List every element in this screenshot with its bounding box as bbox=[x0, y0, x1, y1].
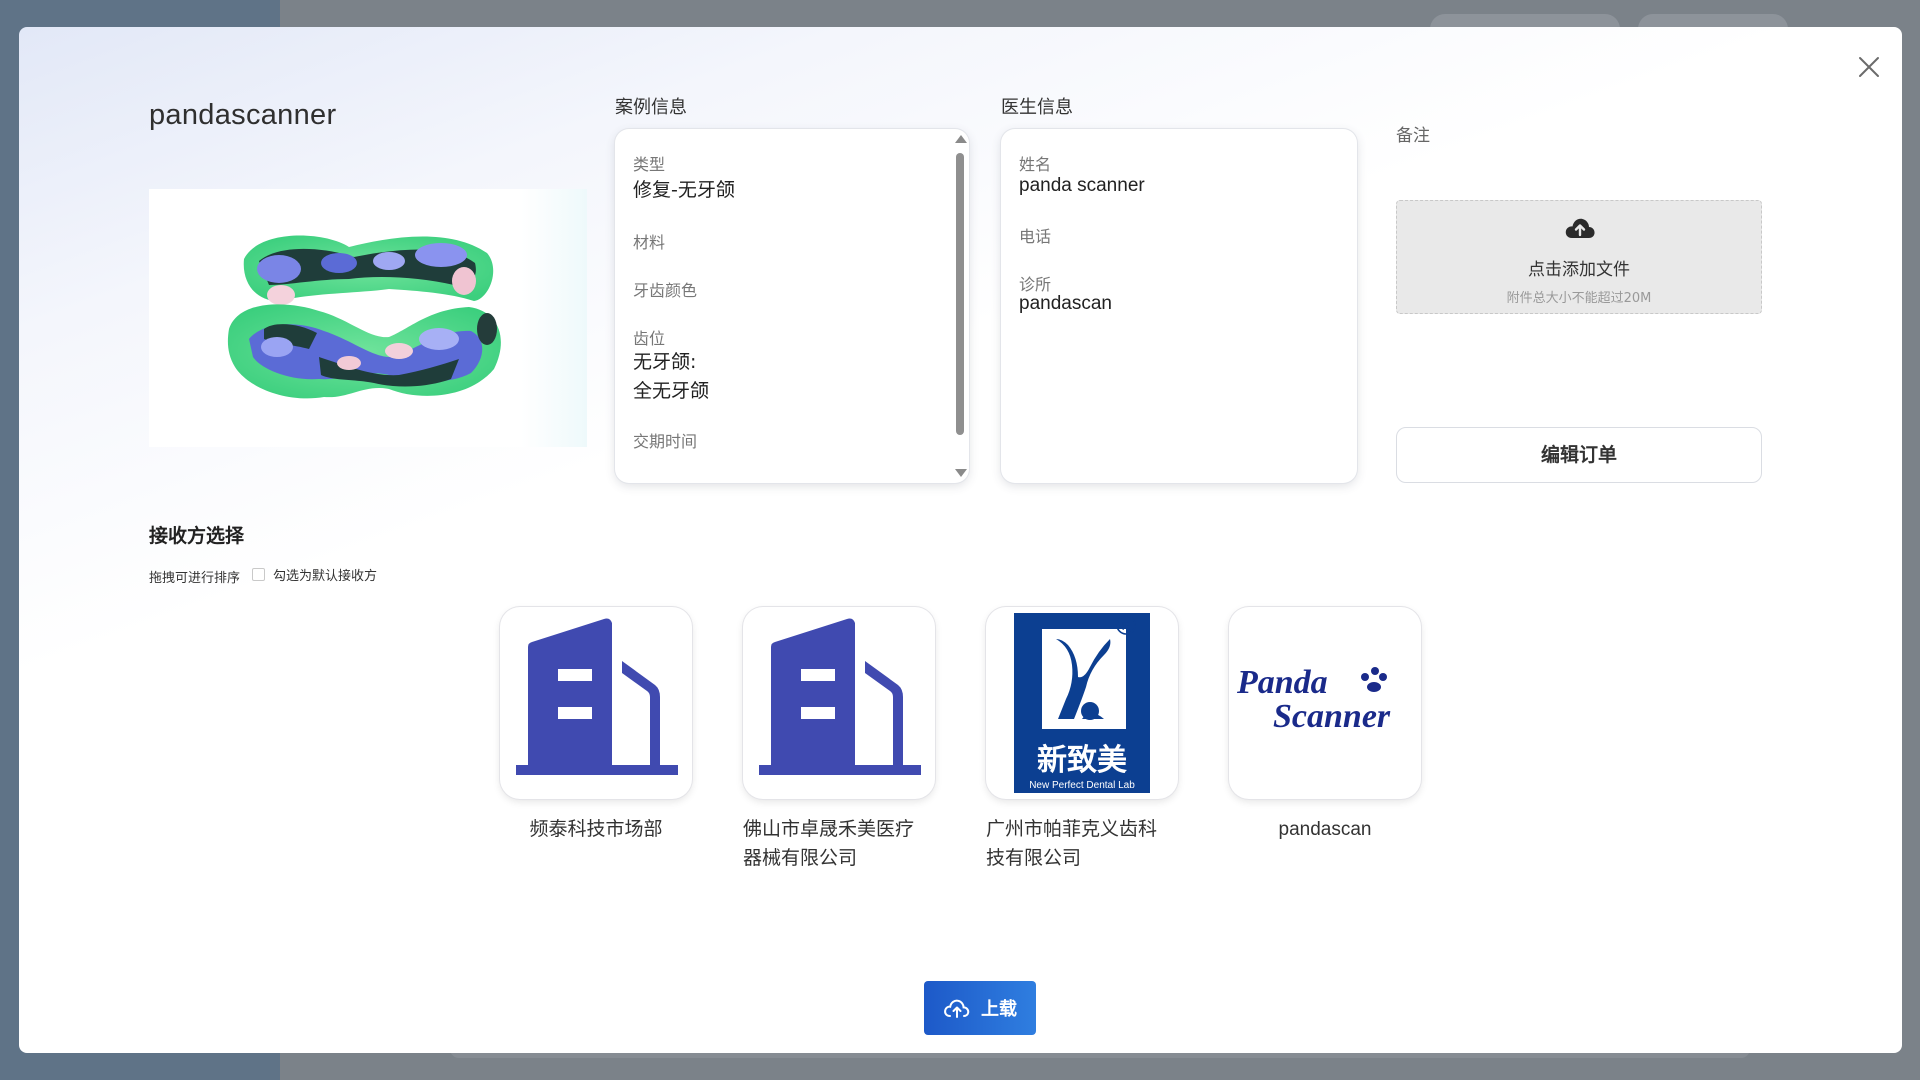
cloud-upload-icon bbox=[944, 999, 970, 1018]
org-name-line-1: 广州市帕菲克义齿科 bbox=[986, 818, 1158, 840]
add-file-label: 点击添加文件 bbox=[1528, 260, 1630, 280]
doctor-info-card: 姓名 panda scanner 电话 诊所 pandascan bbox=[1001, 129, 1357, 483]
org-logo bbox=[743, 607, 935, 799]
receiver-option-pandascan[interactable]: Panda Scanner pandascan bbox=[1229, 607, 1421, 844]
org-logo: Panda Scanner bbox=[1229, 607, 1421, 799]
org-name-line-2: 器械有限公司 bbox=[743, 847, 858, 869]
phone-label: 电话 bbox=[1019, 227, 1052, 246]
close-icon bbox=[1859, 57, 1879, 77]
default-receiver-label: 勾选为默认接收方 bbox=[273, 569, 378, 584]
doctor-name-value: panda scanner bbox=[1019, 175, 1145, 196]
tooth-position-value-2: 全无牙颌 bbox=[633, 380, 710, 402]
org-name-line-1: 佛山市卓晟禾美医疗 bbox=[743, 818, 915, 840]
case-info-heading: 案例信息 bbox=[615, 97, 687, 118]
svg-text:R: R bbox=[1122, 619, 1131, 633]
doctor-name-label: 姓名 bbox=[1019, 155, 1052, 174]
new-perfect-en-text: New Perfect Dental Lab bbox=[1029, 780, 1135, 791]
new-perfect-cn-text: 新致美 bbox=[1037, 743, 1127, 778]
drag-sort-hint: 拖拽可进行排序 bbox=[149, 571, 241, 586]
close-button[interactable] bbox=[1851, 49, 1887, 85]
patient-title: pandascanner bbox=[149, 99, 337, 131]
case-type-label: 类型 bbox=[633, 155, 666, 174]
org-name: 频泰科技市场部 bbox=[529, 818, 663, 840]
default-receiver-checkbox[interactable] bbox=[252, 568, 265, 581]
scroll-thumb[interactable] bbox=[956, 153, 964, 435]
receiver-option-zhuosheng[interactable]: 佛山市卓晟禾美医疗 器械有限公司 bbox=[743, 607, 935, 873]
file-size-hint: 附件总大小不能超过20M bbox=[1506, 291, 1652, 306]
org-name: pandascan bbox=[1278, 819, 1372, 840]
scroll-up-arrow-icon[interactable] bbox=[955, 135, 967, 143]
org-logo: 新致美 New Perfect Dental Lab R bbox=[986, 607, 1178, 799]
building-icon bbox=[759, 618, 921, 775]
material-label: 材料 bbox=[633, 233, 666, 252]
receiver-section-title: 接收方选择 bbox=[149, 525, 245, 547]
case-info-card: 类型 修复-无牙颌 材料 牙齿颜色 齿位 无牙颌: 全无牙颌 交期时间 bbox=[615, 129, 969, 483]
cloud-upload-icon bbox=[1565, 218, 1595, 238]
clinic-value: pandascan bbox=[1019, 293, 1112, 314]
upload-submit-button[interactable]: 上载 bbox=[924, 981, 1036, 1035]
dental-scan-image bbox=[227, 235, 501, 399]
org-logo bbox=[500, 607, 692, 799]
new-perfect-logo: 新致美 New Perfect Dental Lab R bbox=[1014, 613, 1150, 793]
tooth-color-label: 牙齿颜色 bbox=[633, 281, 698, 300]
case-info-scrollbar[interactable] bbox=[954, 135, 967, 477]
delivery-time-label: 交期时间 bbox=[633, 432, 698, 451]
case-type-value: 修复-无牙颌 bbox=[633, 179, 735, 201]
add-file-dropzone[interactable]: 点击添加文件 附件总大小不能超过20M bbox=[1396, 200, 1762, 314]
edit-order-button[interactable]: 编辑订单 bbox=[1396, 427, 1762, 483]
tooth-position-value-1: 无牙颌: bbox=[633, 351, 697, 373]
clinic-label: 诊所 bbox=[1019, 275, 1052, 294]
notes-label: 备注 bbox=[1396, 126, 1430, 146]
org-name-line-2: 技有限公司 bbox=[986, 847, 1082, 869]
scroll-down-arrow-icon[interactable] bbox=[955, 469, 967, 477]
scan-preview[interactable] bbox=[149, 189, 587, 447]
upload-submit-label: 上载 bbox=[981, 999, 1017, 1020]
receiver-option-new-perfect[interactable]: 新致美 New Perfect Dental Lab R 广州市帕菲克义齿科 技… bbox=[986, 607, 1178, 873]
building-icon bbox=[516, 618, 678, 775]
doctor-info-heading: 医生信息 bbox=[1001, 97, 1073, 118]
receiver-option-pintai[interactable]: 频泰科技市场部 bbox=[500, 607, 692, 844]
tooth-position-label: 齿位 bbox=[633, 329, 666, 348]
panda-logo-line-1: Panda bbox=[1236, 664, 1328, 701]
order-upload-dialog: pandascanner 案例信息 类型 修复-无牙颌 材料 牙齿颜色 齿位 无… bbox=[19, 27, 1902, 1053]
panda-scanner-logo: Panda Scanner bbox=[1236, 664, 1391, 735]
panda-logo-line-2: Scanner bbox=[1273, 698, 1391, 735]
